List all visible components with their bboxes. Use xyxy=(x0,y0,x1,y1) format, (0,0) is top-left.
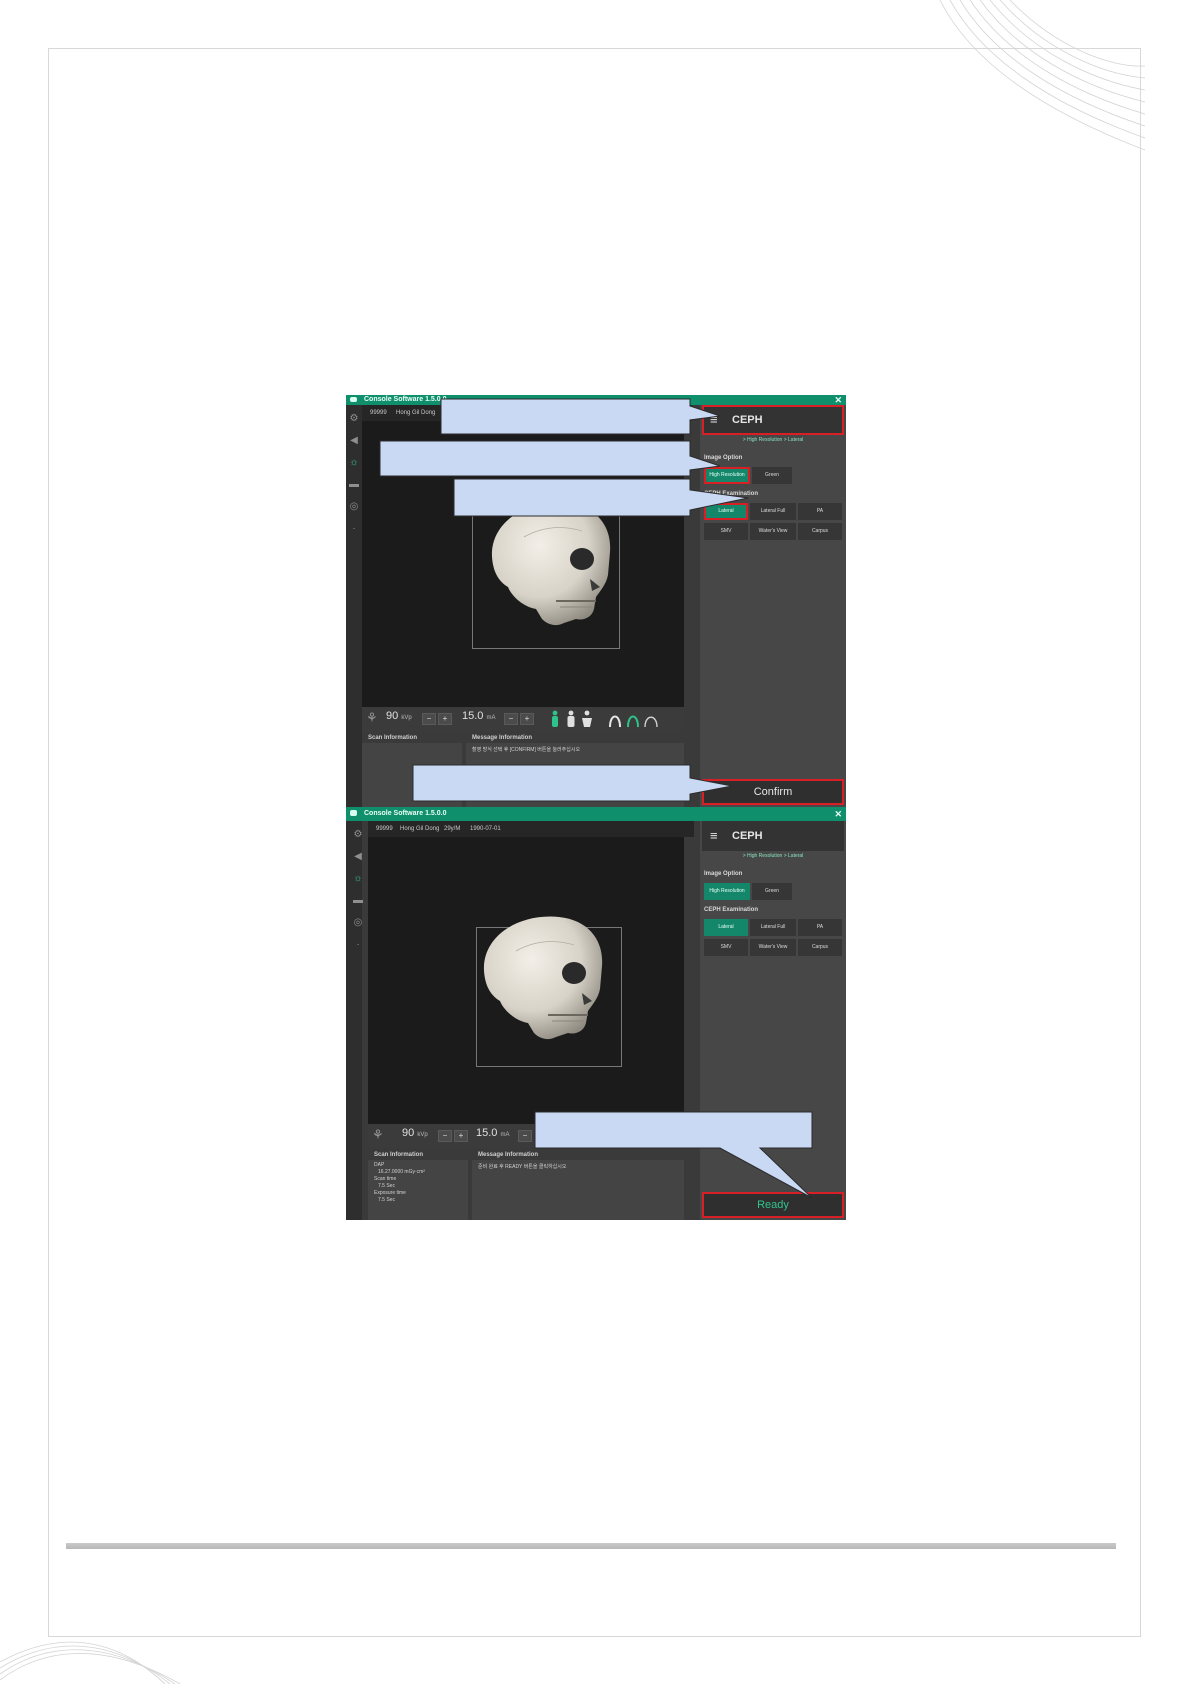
callout-mode-select xyxy=(440,398,721,435)
callout-layer xyxy=(379,398,813,1199)
callout-exam-select xyxy=(453,478,749,517)
callout-confirm xyxy=(412,764,733,802)
callout-ready xyxy=(534,1111,813,1199)
callout-image-option xyxy=(379,440,721,477)
footer-rule xyxy=(66,1543,1116,1549)
